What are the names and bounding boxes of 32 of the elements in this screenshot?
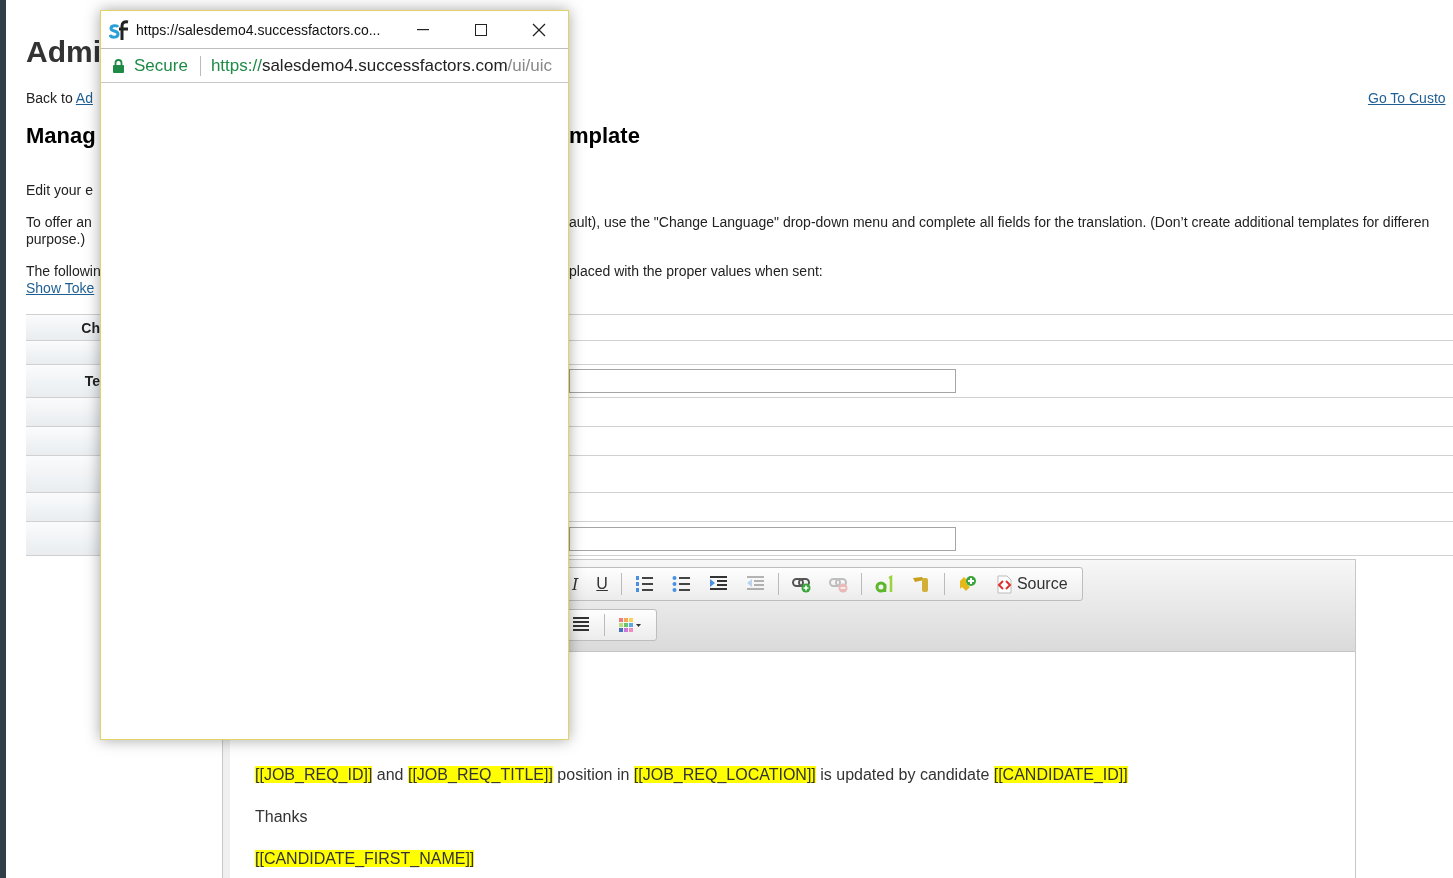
- minimize-icon: [417, 28, 429, 31]
- admin-link[interactable]: Ad: [75, 90, 93, 106]
- secure-label: Secure: [134, 55, 188, 76]
- close-icon: [532, 22, 546, 37]
- lock-icon: [113, 58, 124, 73]
- underline-button[interactable]: U: [588, 571, 616, 597]
- italic-button[interactable]: I: [564, 571, 587, 597]
- page-url: https://salesdemo4.successfactors.com/ui/uic: [210, 55, 552, 76]
- instruction-text: To offer an: [26, 214, 93, 231]
- maximize-icon: [475, 23, 487, 36]
- show-tokens-link[interactable]: Show Toke: [26, 280, 100, 297]
- source-button[interactable]: Source: [986, 571, 1076, 597]
- email-body-text: [[JOB_REQ_ID]] and [[JOB_REQ_TITLE]] position in [[JOB_REQ_LOCATION]] is updated by candidate [[CANDIDATE_ID]]: [255, 766, 1129, 784]
- text-field[interactable]: [569, 526, 956, 551]
- sf-logo-icon: [109, 19, 131, 40]
- section-heading: Manag: [26, 123, 97, 149]
- email-body-text: Thanks: [255, 808, 309, 826]
- page-title: Admi: [26, 35, 101, 69]
- instruction-text: placed with the proper values when sent:: [569, 263, 824, 281]
- email-body-text: [[CANDIDATE_FIRST_NAME]]: [255, 850, 476, 868]
- instruction-text: purpose.): [26, 231, 87, 248]
- instruction-text: The followin: [26, 263, 100, 280]
- form-label-cell: Ch: [26, 315, 100, 340]
- popup-title: https://salesdemo4.successfactors.co...: [136, 21, 382, 38]
- section-heading: mplate: [569, 123, 641, 149]
- instruction-text: ault), use the "Change Language" drop-down menu and complete all fields for the translation. (Don’t create additional templates for differen: [569, 214, 1431, 232]
- code-page-icon: [994, 574, 1013, 594]
- form-label-cell: Te: [26, 365, 100, 397]
- instruction-text: Edit your e: [26, 182, 94, 199]
- back-link-text: Back to Ad: [26, 90, 94, 107]
- go-to-link[interactable]: Go To Custo: [1368, 90, 1453, 107]
- text-field[interactable]: [569, 369, 956, 393]
